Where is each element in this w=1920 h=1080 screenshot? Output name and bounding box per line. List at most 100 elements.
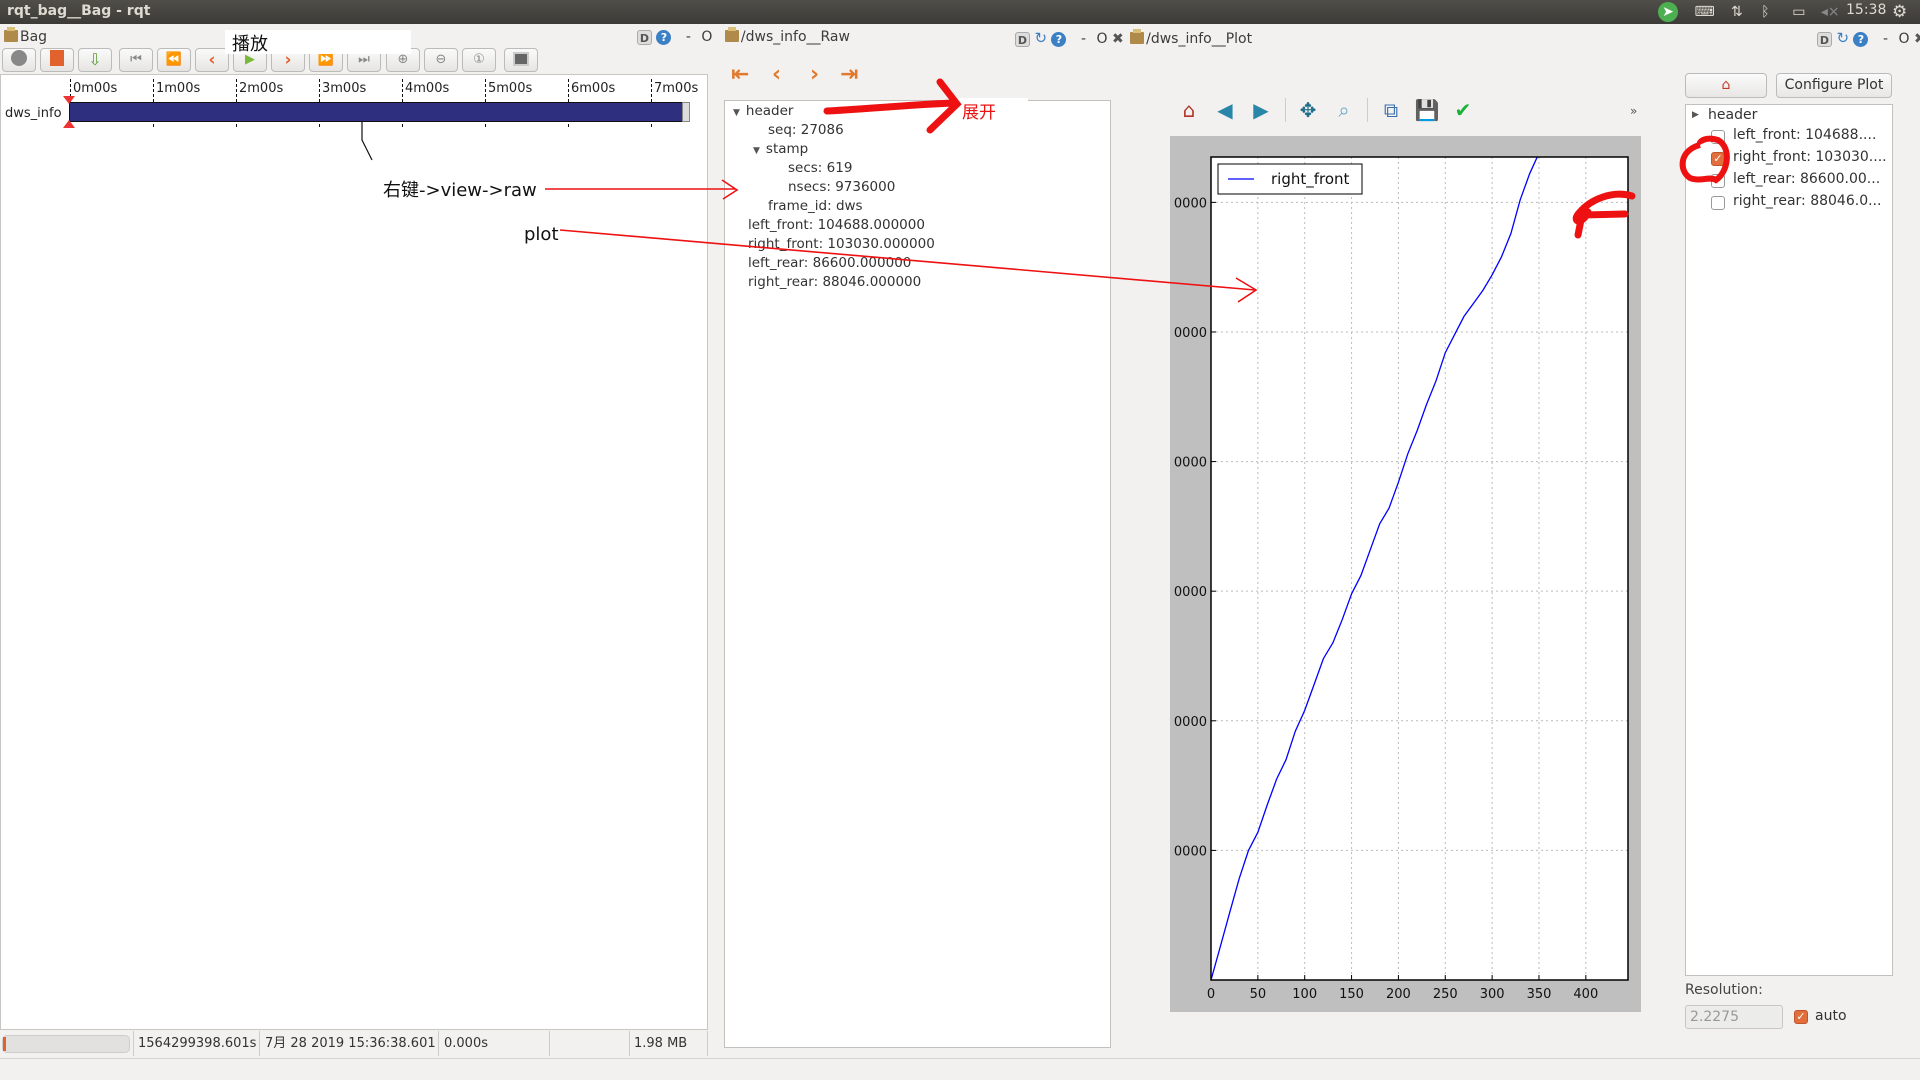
toolbar-overflow[interactable]: » xyxy=(1630,104,1637,118)
x-tick-label: 300 xyxy=(1480,987,1505,1002)
power-gear-icon[interactable]: ⚙ xyxy=(1892,2,1907,22)
window-title-bar: rqt_bag__Bag - rqt ➤ ⌨ ⇅ ᛒ ▭ ◂× 15:38 ⚙ xyxy=(0,0,1920,24)
playhead-top-marker[interactable] xyxy=(63,96,75,104)
plot-close-button[interactable]: ✖ xyxy=(1112,31,1124,47)
right-help-button[interactable]: ? xyxy=(1853,31,1869,47)
playhead-bottom-marker[interactable] xyxy=(63,120,75,128)
play-annotation: 播放 xyxy=(232,34,268,55)
zoom-out-button[interactable]: ⊖ xyxy=(424,48,458,72)
back-icon[interactable]: ◀ xyxy=(1211,96,1239,124)
progress-track xyxy=(2,1035,130,1053)
plot-dock-title-text: /dws_info__Plot xyxy=(1146,31,1253,47)
raw-tree-row[interactable]: frame_id: dws xyxy=(768,198,863,214)
save-bag-button[interactable]: ⇩ xyxy=(78,48,112,72)
right-reload-icon[interactable]: ↻ xyxy=(1836,29,1849,47)
telegram-icon[interactable]: ➤ xyxy=(1658,2,1678,22)
topic-message-bar[interactable] xyxy=(69,102,689,122)
resolution-input[interactable] xyxy=(1685,1005,1783,1029)
previous-message-button[interactable]: ‹ xyxy=(772,62,781,87)
raw-help-button[interactable]: ? xyxy=(656,29,672,45)
status-size: 1.98 MB xyxy=(630,1031,708,1056)
raw-d-button[interactable]: D xyxy=(637,29,652,45)
raw-tree-row[interactable]: ▼ stamp xyxy=(753,141,808,157)
raw-tree-row[interactable]: left_front: 104688.000000 xyxy=(748,217,925,233)
thumbnails-icon xyxy=(513,52,529,66)
right-close-button[interactable]: ✖ xyxy=(1914,31,1920,47)
right-dock-controls: D ↻ ? - O ✖ xyxy=(1817,29,1920,47)
header-expand-arrow[interactable]: ▶ xyxy=(1692,110,1699,120)
status-elapsed: 0.000s xyxy=(440,1031,550,1056)
zoom-out-icon: ⊖ xyxy=(435,52,447,67)
topic-label[interactable]: dws_info xyxy=(5,106,62,121)
raw-tree-row[interactable]: right_rear: 88046.000000 xyxy=(748,274,921,290)
raw-tree-row[interactable]: nsecs: 9736000 xyxy=(788,179,895,195)
expand-arrow-icon[interactable]: ▼ xyxy=(733,108,740,118)
raw-tree-row[interactable]: seq: 27086 xyxy=(768,122,844,138)
keyboard-icon[interactable]: ⌨ xyxy=(1694,2,1714,22)
field-checkbox[interactable] xyxy=(1711,130,1725,144)
record-button[interactable] xyxy=(2,48,36,72)
field-checkbox[interactable]: ✓ xyxy=(1711,152,1725,166)
volume-muted-icon[interactable]: ◂× xyxy=(1820,2,1840,22)
save-icon[interactable]: 💾 xyxy=(1413,96,1441,124)
thumbnails-button[interactable] xyxy=(504,48,538,72)
bag-plugin-icon xyxy=(4,27,18,42)
plot-help-button[interactable]: ? xyxy=(1051,31,1067,47)
pan-icon[interactable]: ✥ xyxy=(1294,96,1322,124)
forward-icon[interactable]: ▶ xyxy=(1247,96,1275,124)
raw-tree-row[interactable]: secs: 619 xyxy=(788,160,852,176)
line-chart[interactable]: 0 50 100 150 200 250 300 350 400 0000 0000 0000 0000… xyxy=(1170,136,1641,1012)
right-float-button[interactable]: O xyxy=(1898,31,1909,47)
raw-tree-label: left_front: 104688.000000 xyxy=(748,217,925,233)
rewind-button[interactable]: ⏪ xyxy=(157,48,191,72)
edit-curves-icon[interactable]: ✔ xyxy=(1449,96,1477,124)
field-checkbox[interactable] xyxy=(1711,196,1725,210)
raw-tree-row[interactable]: left_rear: 86600.000000 xyxy=(748,255,911,271)
configure-plot-button[interactable]: Configure Plot xyxy=(1776,73,1892,98)
plot-d-button[interactable]: D xyxy=(1015,31,1030,47)
right-minimize-button[interactable]: - xyxy=(1883,31,1888,47)
clock[interactable]: 15:38 xyxy=(1846,2,1886,22)
last-message-button[interactable]: ⇥ xyxy=(840,62,858,87)
raw-minimize-button[interactable]: - xyxy=(686,29,691,45)
open-bag-button[interactable] xyxy=(40,48,74,72)
status-timestamp: 1564299398.601s xyxy=(134,1031,260,1056)
bluetooth-icon[interactable]: ᛒ xyxy=(1755,2,1775,22)
right-d-button[interactable]: D xyxy=(1817,31,1832,47)
next-message-button[interactable]: › xyxy=(810,62,819,87)
bag-timeline[interactable]: 0m00s 1m00s 2m00s 3m00s 4m00s 5m00s 6m00s 7m00s… xyxy=(0,74,708,1030)
zoom-reset-icon: ① xyxy=(473,52,485,67)
auto-label: auto xyxy=(1815,1008,1847,1024)
record-icon xyxy=(11,50,27,66)
raw-tree-row[interactable]: ▼ header xyxy=(733,103,793,119)
field-label[interactable]: left_rear: 86600.00... xyxy=(1733,171,1880,187)
auto-checkbox[interactable]: ✓ xyxy=(1794,1010,1808,1024)
raw-float-button[interactable]: O xyxy=(701,29,712,45)
battery-icon[interactable]: ▭ xyxy=(1786,2,1812,22)
network-icon[interactable]: ⇅ xyxy=(1727,2,1747,22)
zoom-reset-button[interactable]: ① xyxy=(462,48,496,72)
plot-float-button[interactable]: O xyxy=(1096,31,1107,47)
field-label[interactable]: left_front: 104688.... xyxy=(1733,127,1876,143)
plot-topic-tree[interactable]: ▶ header left_front: 104688.... ✓ right_fr… xyxy=(1685,104,1893,976)
house-icon: ⌂ xyxy=(1721,77,1731,93)
field-label[interactable]: right_front: 103030.... xyxy=(1733,149,1887,165)
tree-header-label[interactable]: header xyxy=(1708,107,1757,123)
raw-message-tree[interactable]: ▼ header seq: 27086 ▼ stamp secs: 619 nsecs: 9… xyxy=(724,100,1111,1048)
bag-dock-title-text: Bag xyxy=(20,29,48,45)
home-icon[interactable]: ⌂ xyxy=(1175,96,1203,124)
subplots-icon[interactable]: ⧉ xyxy=(1377,96,1405,124)
expand-arrow-icon[interactable]: ▼ xyxy=(753,146,760,156)
field-label[interactable]: right_rear: 88046.0... xyxy=(1733,193,1881,209)
plot-minimize-button[interactable]: - xyxy=(1081,31,1086,47)
reload-icon[interactable]: ↻ xyxy=(1034,29,1047,47)
field-checkbox[interactable] xyxy=(1711,174,1725,188)
raw-tree-row[interactable]: right_front: 103030.000000 xyxy=(748,236,935,252)
zoom-rect-icon[interactable]: ⌕ xyxy=(1330,96,1358,124)
home-button[interactable]: ⌂ xyxy=(1685,73,1767,98)
y-tick-label: 0000 xyxy=(1174,585,1207,600)
go-to-start-button[interactable]: ⏮ xyxy=(119,48,153,72)
raw-tree-label: nsecs: 9736000 xyxy=(788,179,896,195)
first-message-button[interactable]: ⇤ xyxy=(731,62,749,87)
step-back-button[interactable]: ‹ xyxy=(195,48,229,72)
